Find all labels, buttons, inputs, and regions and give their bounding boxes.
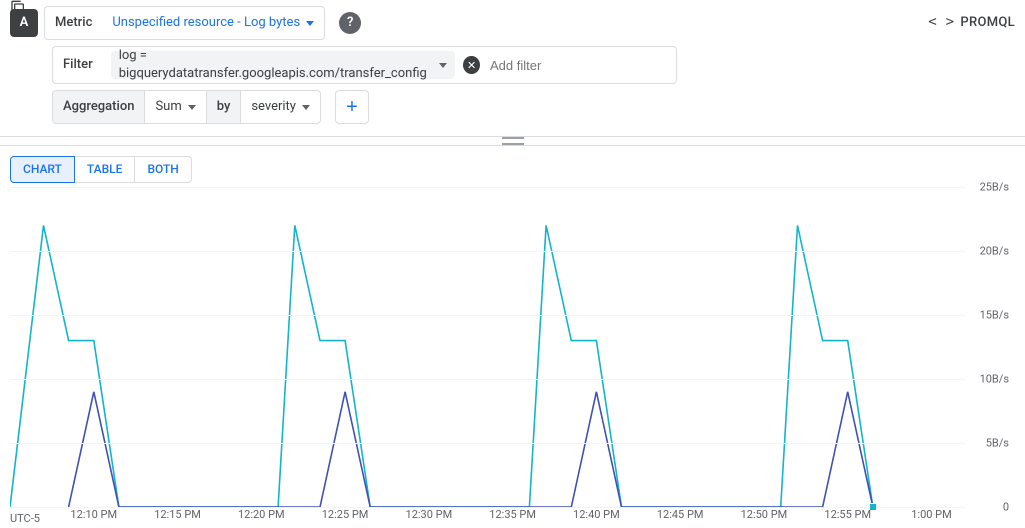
- y-tick: 20B/s: [980, 243, 1009, 258]
- metric-value: Unspecified resource - Log bytes: [112, 14, 300, 32]
- x-tick: 12:25 PM: [322, 507, 369, 522]
- series-info: [10, 225, 873, 507]
- x-tick: 12:15 PM: [154, 507, 201, 522]
- x-tick: 12:20 PM: [238, 507, 285, 522]
- x-tick: 12:40 PM: [573, 507, 620, 522]
- filter-chip[interactable]: log = bigquerydatatransfer.googleapis.co…: [111, 51, 456, 79]
- filter-box: Filter log = bigquerydatatransfer.google…: [52, 46, 677, 84]
- series-error: [69, 392, 873, 507]
- y-tick: 10B/s: [980, 371, 1009, 386]
- x-tick: 12:10 PM: [70, 507, 117, 522]
- chart-svg: [10, 187, 965, 507]
- x-tick: 1:00 PM: [911, 507, 951, 522]
- aggregation-func-dropdown[interactable]: Sum: [145, 91, 206, 123]
- timezone-label: UTC-5: [10, 511, 40, 526]
- help-icon[interactable]: ?: [339, 12, 361, 34]
- aggregation-by-label: by: [207, 91, 242, 123]
- metric-label: Metric: [45, 14, 102, 32]
- caret-down-icon: [439, 63, 447, 68]
- metric-selector-box: Metric Unspecified resource - Log bytes: [44, 6, 325, 40]
- code-icon: < >: [928, 13, 954, 33]
- x-tick: 12:45 PM: [657, 507, 704, 522]
- x-tick: 12:50 PM: [741, 507, 788, 522]
- tab-chart[interactable]: CHART: [10, 156, 75, 183]
- tab-table[interactable]: TABLE: [75, 156, 136, 183]
- aggregation-by-dropdown[interactable]: severity: [241, 91, 320, 123]
- aggregation-label: Aggregation: [53, 91, 145, 123]
- filter-label: Filter: [61, 56, 103, 74]
- x-tick: 12:35 PM: [489, 507, 536, 522]
- view-toggle: CHART TABLE BOTH: [10, 156, 1025, 183]
- x-axis: 12:10 PM 12:15 PM 12:20 PM 12:25 PM 12:30 PM…: [10, 507, 965, 528]
- metric-dropdown[interactable]: Unspecified resource - Log bytes: [102, 7, 324, 39]
- add-filter-input[interactable]: [488, 57, 668, 74]
- y-tick: 15B/s: [980, 307, 1009, 322]
- filter-chip-text: log = bigquerydatatransfer.googleapis.co…: [119, 47, 434, 83]
- caret-down-icon: [306, 21, 314, 26]
- remove-filter-icon[interactable]: ✕: [463, 56, 480, 74]
- caret-down-icon: [188, 105, 196, 110]
- x-tick: 12:30 PM: [406, 507, 453, 522]
- y-tick: 5B/s: [986, 435, 1009, 450]
- y-axis: 05B/s10B/s15B/s20B/s25B/s: [965, 187, 1015, 507]
- x-tick: 12:55 PM: [824, 507, 871, 522]
- chart[interactable]: 05B/s10B/s15B/s20B/s25B/s 12:10 PM12:15 …: [10, 187, 1015, 528]
- copy-icon[interactable]: [10, 0, 26, 16]
- chart-plot-area: [10, 187, 965, 507]
- y-tick: 0: [1003, 499, 1009, 514]
- tab-both[interactable]: BOTH: [135, 156, 191, 183]
- caret-down-icon: [302, 105, 310, 110]
- add-aggregation-button[interactable]: +: [335, 90, 369, 124]
- promql-toggle[interactable]: < > PROMQL: [928, 13, 1015, 33]
- panel-resize-handle[interactable]: [0, 136, 1025, 146]
- y-tick: 25B/s: [980, 179, 1009, 194]
- aggregation-box: Aggregation Sum by severity: [52, 90, 321, 124]
